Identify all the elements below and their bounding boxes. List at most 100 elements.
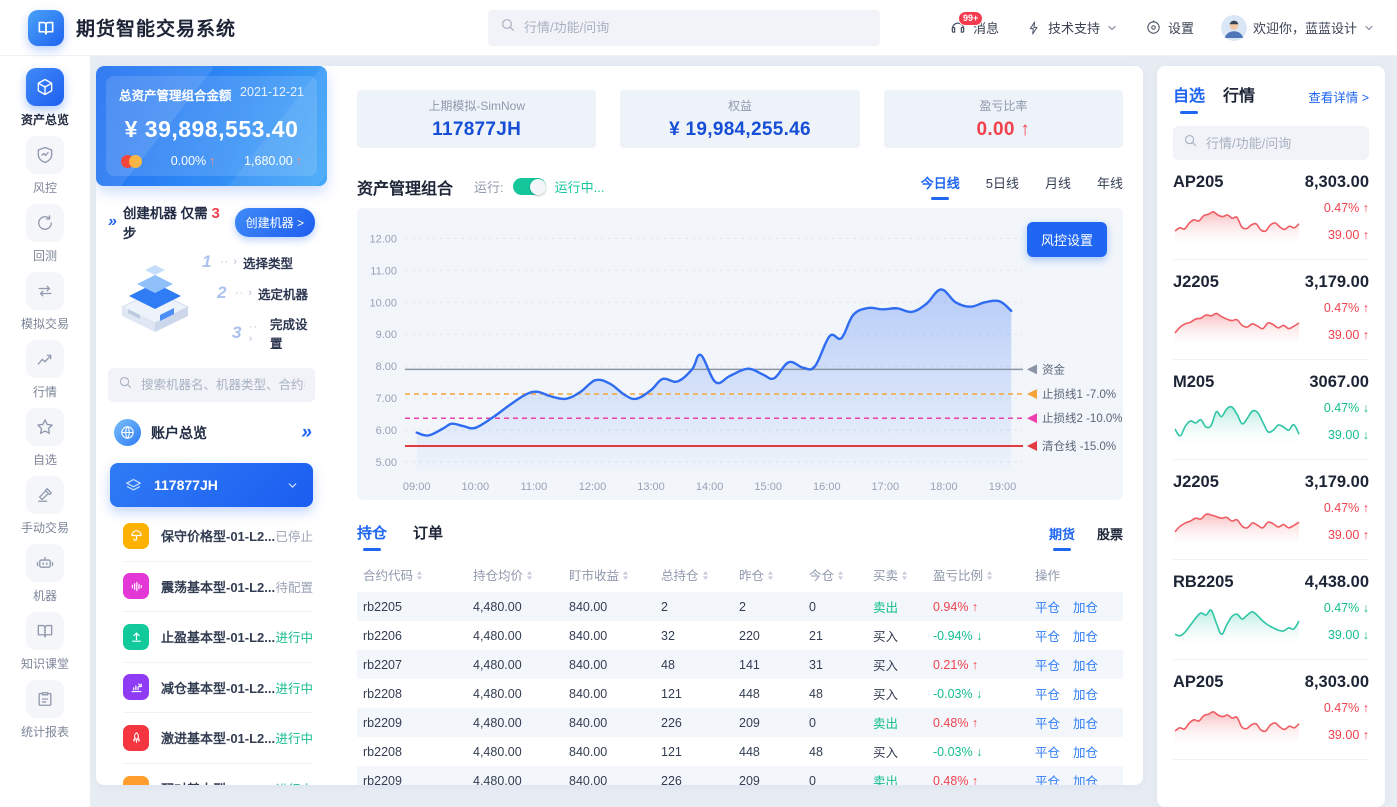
sort-icon[interactable]	[986, 570, 993, 584]
chart-tab-0[interactable]: 今日线	[921, 173, 960, 200]
cell-code: rb2205	[357, 592, 467, 621]
close-position-link[interactable]: 平仓	[1035, 688, 1060, 702]
sidebar-item-robots[interactable]: 机器	[0, 544, 90, 604]
robot-machine-illustration	[108, 257, 202, 345]
sort-icon[interactable]	[702, 570, 709, 584]
column-header[interactable]: 买卖	[867, 557, 927, 592]
close-position-link[interactable]: 平仓	[1035, 775, 1060, 785]
add-position-link[interactable]: 加仓	[1073, 659, 1098, 673]
messages-button[interactable]: 99+ 消息	[949, 18, 999, 37]
add-position-link[interactable]: 加仓	[1073, 630, 1098, 644]
global-search-input[interactable]	[524, 20, 868, 35]
sidebar-item-reports[interactable]: 统计报表	[0, 680, 90, 740]
ticker-item[interactable]: M2053067.000.47% ↓39.00 ↓	[1173, 360, 1369, 460]
watchlist-tab-0[interactable]: 自选	[1173, 82, 1205, 114]
column-header[interactable]: 盯市收益	[563, 557, 655, 592]
sort-icon[interactable]	[622, 570, 629, 584]
ticker-item[interactable]: J22053,179.000.47% ↑39.00 ↑	[1173, 260, 1369, 360]
create-robot-button[interactable]: 创建机器 >	[235, 208, 315, 237]
column-header[interactable]: 合约代码	[357, 557, 467, 592]
cell-yesterday: 209	[733, 708, 803, 737]
sidebar-item-label: 机器	[33, 587, 57, 604]
chart-tab-3[interactable]: 年线	[1097, 173, 1123, 200]
chart-tab-1[interactable]: 5日线	[986, 173, 1019, 200]
close-position-link[interactable]: 平仓	[1035, 746, 1060, 760]
sidebar-item-risk-control[interactable]: 风控	[0, 136, 90, 196]
stat-label: 权益	[728, 97, 752, 114]
robot-item[interactable]: 保守价格型-01-L2...已停止	[123, 511, 313, 562]
column-header[interactable]: 今仓	[803, 557, 867, 592]
market-tab-0[interactable]: 期货	[1049, 524, 1075, 551]
svg-text:13:00: 13:00	[637, 481, 665, 493]
market-type-tabs: 期货股票	[1049, 524, 1123, 551]
ticker-item[interactable]: AP2058,303.000.47% ↑39.00 ↑	[1173, 160, 1369, 260]
user-menu[interactable]: 欢迎你，蓝蓝设计	[1221, 15, 1375, 41]
positions-tab-1[interactable]: 订单	[413, 522, 443, 551]
cell-total: 2	[655, 592, 733, 621]
welcome-label: 欢迎你，蓝蓝设计	[1253, 18, 1357, 37]
column-header[interactable]: 持仓均价	[467, 557, 563, 592]
ticker-item[interactable]: RB22054,438.000.47% ↓39.00 ↓	[1173, 560, 1369, 660]
sort-icon[interactable]	[526, 570, 533, 584]
robot-item[interactable]: 止盈基本型-01-L2...进行中	[123, 612, 313, 663]
ticker-percent: 0.47% ↑	[1324, 201, 1369, 215]
risk-settings-button[interactable]: 风控设置	[1027, 222, 1107, 257]
sort-icon[interactable]	[767, 570, 774, 584]
market-tab-1[interactable]: 股票	[1097, 524, 1123, 551]
column-header[interactable]: 总持仓	[655, 557, 733, 592]
sidebar-item-knowledge[interactable]: 知识课堂	[0, 612, 90, 672]
sidebar-item-sim-trading[interactable]: 模拟交易	[0, 272, 90, 332]
sidebar-item-manual-trading[interactable]: 手动交易	[0, 476, 90, 536]
sort-icon[interactable]	[416, 570, 423, 584]
ticker-item[interactable]: AP2058,303.000.47% ↑39.00 ↑	[1173, 660, 1369, 760]
add-position-link[interactable]: 加仓	[1073, 746, 1098, 760]
sidebar-item-label: 风控	[33, 179, 57, 196]
asset-curve-chart: 5.006.007.008.009.0010.0011.0012.0009:00…	[357, 208, 1123, 500]
portfolio-amount: ¥ 39,898,553.40	[119, 116, 304, 143]
positions-tab-0[interactable]: 持仓	[357, 522, 387, 551]
robot-item[interactable]: 减仓基本型-01-L2...进行中	[123, 663, 313, 714]
watchlist-tab-1[interactable]: 行情	[1223, 82, 1255, 114]
sidebar-item-label: 自选	[33, 451, 57, 468]
robot-search[interactable]	[108, 368, 315, 402]
umbrella-icon	[123, 523, 149, 549]
watchlist-search[interactable]	[1173, 126, 1369, 160]
robot-item[interactable]: 配对基本型-01-L2...进行中	[123, 764, 313, 786]
ticker-symbol: AP205	[1173, 173, 1223, 192]
robot-name: 激进基本型-01-L2...	[161, 728, 275, 747]
close-position-link[interactable]: 平仓	[1035, 717, 1060, 731]
view-details-link[interactable]: 查看详情 >	[1308, 87, 1369, 114]
sidebar-item-asset-overview[interactable]: 资产总览	[0, 68, 90, 128]
sort-icon[interactable]	[837, 570, 844, 584]
robot-status: 进行中	[275, 779, 313, 785]
add-position-link[interactable]: 加仓	[1073, 717, 1098, 731]
robot-item[interactable]: 激进基本型-01-L2...进行中	[123, 713, 313, 764]
support-menu[interactable]: 技术支持	[1026, 18, 1118, 37]
run-toggle[interactable]	[513, 178, 546, 195]
account-overview[interactable]: 账户总览 »	[112, 414, 311, 451]
global-search[interactable]	[488, 10, 880, 46]
robot-search-input[interactable]	[141, 378, 305, 392]
ticker-item[interactable]: J22053,179.000.47% ↑39.00 ↑	[1173, 460, 1369, 560]
cell-yesterday: 209	[733, 766, 803, 785]
sidebar-item-quotes[interactable]: 行情	[0, 340, 90, 400]
sidebar-item-watchlist[interactable]: 自选	[0, 408, 90, 468]
watchlist-search-input[interactable]	[1206, 136, 1359, 151]
close-position-link[interactable]: 平仓	[1035, 630, 1060, 644]
add-position-link[interactable]: 加仓	[1073, 688, 1098, 702]
column-header[interactable]: 昨仓	[733, 557, 803, 592]
robot-item[interactable]: 震荡基本型-01-L2...待配置	[123, 562, 313, 613]
column-header[interactable]: 盈亏比例	[927, 557, 1029, 592]
stat-card-0: 上期模拟-SimNow117877JH	[357, 90, 596, 148]
lightning-icon	[1026, 20, 1042, 36]
sort-icon[interactable]	[901, 570, 908, 584]
close-position-link[interactable]: 平仓	[1035, 659, 1060, 673]
chart-tab-2[interactable]: 月线	[1045, 173, 1071, 200]
sidebar-item-backtest[interactable]: 回测	[0, 204, 90, 264]
add-position-link[interactable]: 加仓	[1073, 775, 1098, 785]
settings-button[interactable]: 设置	[1145, 18, 1194, 37]
close-position-link[interactable]: 平仓	[1035, 601, 1060, 615]
robot-name: 保守价格型-01-L2...	[161, 526, 275, 545]
account-select[interactable]: 117877JH	[110, 463, 313, 507]
add-position-link[interactable]: 加仓	[1073, 601, 1098, 615]
